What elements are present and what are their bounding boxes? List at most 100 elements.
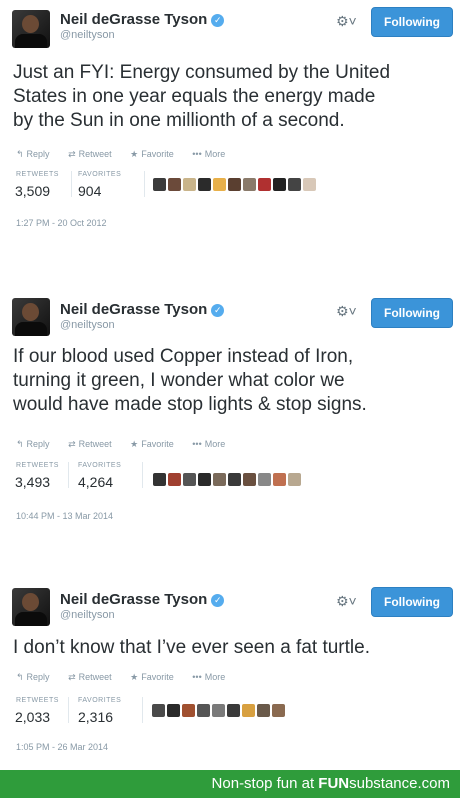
reply-action[interactable]: ↰ Reply bbox=[16, 149, 58, 159]
user-avatar[interactable] bbox=[153, 473, 166, 486]
reply-icon: ↰ bbox=[16, 149, 24, 159]
more-action[interactable]: ••• More bbox=[192, 149, 233, 159]
user-avatar[interactable] bbox=[212, 704, 225, 717]
retweets-count[interactable]: 3,493 bbox=[15, 474, 50, 490]
user-avatar[interactable] bbox=[153, 178, 166, 191]
user-avatar[interactable] bbox=[288, 473, 301, 486]
user-avatar[interactable] bbox=[243, 473, 256, 486]
retweet-icon: ⇄ bbox=[68, 672, 76, 682]
user-avatar[interactable] bbox=[288, 178, 301, 191]
retweets-label: RETWEETS bbox=[16, 171, 59, 178]
user-avatar[interactable] bbox=[213, 473, 226, 486]
favorites-count[interactable]: 904 bbox=[78, 183, 101, 199]
author-handle[interactable]: @neiltyson bbox=[60, 319, 115, 331]
following-button[interactable]: Following bbox=[371, 298, 453, 328]
star-icon: ★ bbox=[130, 149, 139, 159]
retweets-label: RETWEETS bbox=[16, 462, 59, 469]
retweet-action[interactable]: ⇄ Retweet bbox=[68, 439, 120, 449]
user-avatar[interactable] bbox=[152, 704, 165, 717]
tweet-text: I don’t know that I’ve ever seen a fat t… bbox=[13, 637, 370, 658]
gear-icon[interactable]: ⚙˅ bbox=[336, 303, 357, 320]
user-avatar[interactable] bbox=[228, 178, 241, 191]
favorites-label: FAVORITES bbox=[78, 171, 122, 178]
gear-icon[interactable]: ⚙˅ bbox=[336, 13, 357, 30]
favorites-count[interactable]: 2,316 bbox=[78, 709, 113, 725]
divider bbox=[68, 697, 69, 723]
footer-banner[interactable]: Non-stop fun at FUNsubstance.com bbox=[0, 770, 460, 798]
more-dots-icon: ••• bbox=[192, 149, 202, 159]
more-action[interactable]: ••• More bbox=[192, 672, 233, 682]
author-handle[interactable]: @neiltyson bbox=[60, 29, 115, 41]
user-avatar[interactable] bbox=[243, 178, 256, 191]
user-avatar[interactable] bbox=[273, 178, 286, 191]
user-avatar[interactable] bbox=[182, 704, 195, 717]
tweet-actions: ↰ Reply ⇄ Retweet ★ Favorite ••• More bbox=[16, 439, 241, 450]
star-icon: ★ bbox=[130, 439, 139, 449]
following-button[interactable]: Following bbox=[371, 7, 453, 37]
divider bbox=[71, 171, 72, 197]
user-avatar[interactable] bbox=[198, 473, 211, 486]
user-avatar[interactable] bbox=[167, 704, 180, 717]
more-dots-icon: ••• bbox=[192, 672, 202, 682]
favorites-label: FAVORITES bbox=[78, 462, 122, 469]
tweet-actions: ↰ Reply ⇄ Retweet ★ Favorite ••• More bbox=[16, 149, 241, 160]
gear-icon[interactable]: ⚙˅ bbox=[336, 593, 357, 610]
tweet-timestamp[interactable]: 10:44 PM - 13 Mar 2014 bbox=[16, 511, 113, 521]
star-icon: ★ bbox=[130, 672, 139, 682]
tweet-timestamp[interactable]: 1:27 PM - 20 Oct 2012 bbox=[16, 218, 107, 228]
user-avatar[interactable] bbox=[183, 178, 196, 191]
avatar[interactable] bbox=[12, 10, 50, 48]
favorites-count[interactable]: 4,264 bbox=[78, 474, 113, 490]
user-avatar[interactable] bbox=[272, 704, 285, 717]
following-button[interactable]: Following bbox=[371, 587, 453, 617]
author-name[interactable]: Neil deGrasse Tyson ✓ bbox=[60, 591, 225, 608]
tweet-text: Just an FYI: Energy consumed by the Unit… bbox=[13, 62, 391, 131]
retweet-icon: ⇄ bbox=[68, 149, 76, 159]
favoriter-avatars bbox=[153, 178, 316, 191]
user-avatar[interactable] bbox=[258, 178, 271, 191]
user-avatar[interactable] bbox=[258, 473, 271, 486]
user-avatar[interactable] bbox=[198, 178, 211, 191]
avatar[interactable] bbox=[12, 298, 50, 336]
retweet-action[interactable]: ⇄ Retweet bbox=[68, 672, 120, 682]
favoriter-avatars bbox=[152, 704, 285, 717]
retweets-count[interactable]: 2,033 bbox=[15, 709, 50, 725]
retweets-count[interactable]: 3,509 bbox=[15, 183, 50, 199]
tweet-text: If our blood used Copper instead of Iron… bbox=[13, 346, 367, 415]
author-handle[interactable]: @neiltyson bbox=[60, 609, 115, 621]
more-action[interactable]: ••• More bbox=[192, 439, 233, 449]
tweet-timestamp[interactable]: 1:05 PM - 26 Mar 2014 bbox=[16, 742, 108, 752]
avatar[interactable] bbox=[12, 588, 50, 626]
favorites-label: FAVORITES bbox=[78, 697, 122, 704]
reply-icon: ↰ bbox=[16, 439, 24, 449]
divider bbox=[142, 697, 143, 723]
divider bbox=[142, 462, 143, 488]
author-name[interactable]: Neil deGrasse Tyson ✓ bbox=[60, 301, 225, 318]
retweet-action[interactable]: ⇄ Retweet bbox=[68, 149, 120, 159]
user-avatar[interactable] bbox=[227, 704, 240, 717]
divider bbox=[144, 171, 145, 197]
user-avatar[interactable] bbox=[168, 178, 181, 191]
favorite-action[interactable]: ★ Favorite bbox=[130, 149, 182, 159]
user-avatar[interactable] bbox=[257, 704, 270, 717]
favorite-action[interactable]: ★ Favorite bbox=[130, 439, 182, 449]
user-avatar[interactable] bbox=[168, 473, 181, 486]
divider bbox=[68, 462, 69, 488]
verified-icon: ✓ bbox=[211, 304, 225, 317]
reply-action[interactable]: ↰ Reply bbox=[16, 672, 58, 682]
user-avatar[interactable] bbox=[273, 473, 286, 486]
favoriter-avatars bbox=[153, 473, 301, 486]
user-avatar[interactable] bbox=[303, 178, 316, 191]
tweet-actions: ↰ Reply ⇄ Retweet ★ Favorite ••• More bbox=[16, 672, 241, 683]
user-avatar[interactable] bbox=[197, 704, 210, 717]
user-avatar[interactable] bbox=[183, 473, 196, 486]
reply-action[interactable]: ↰ Reply bbox=[16, 439, 58, 449]
retweet-icon: ⇄ bbox=[68, 439, 76, 449]
user-avatar[interactable] bbox=[242, 704, 255, 717]
verified-icon: ✓ bbox=[211, 594, 225, 607]
retweets-label: RETWEETS bbox=[16, 697, 59, 704]
author-name[interactable]: Neil deGrasse Tyson ✓ bbox=[60, 11, 225, 28]
user-avatar[interactable] bbox=[228, 473, 241, 486]
favorite-action[interactable]: ★ Favorite bbox=[130, 672, 182, 682]
user-avatar[interactable] bbox=[213, 178, 226, 191]
